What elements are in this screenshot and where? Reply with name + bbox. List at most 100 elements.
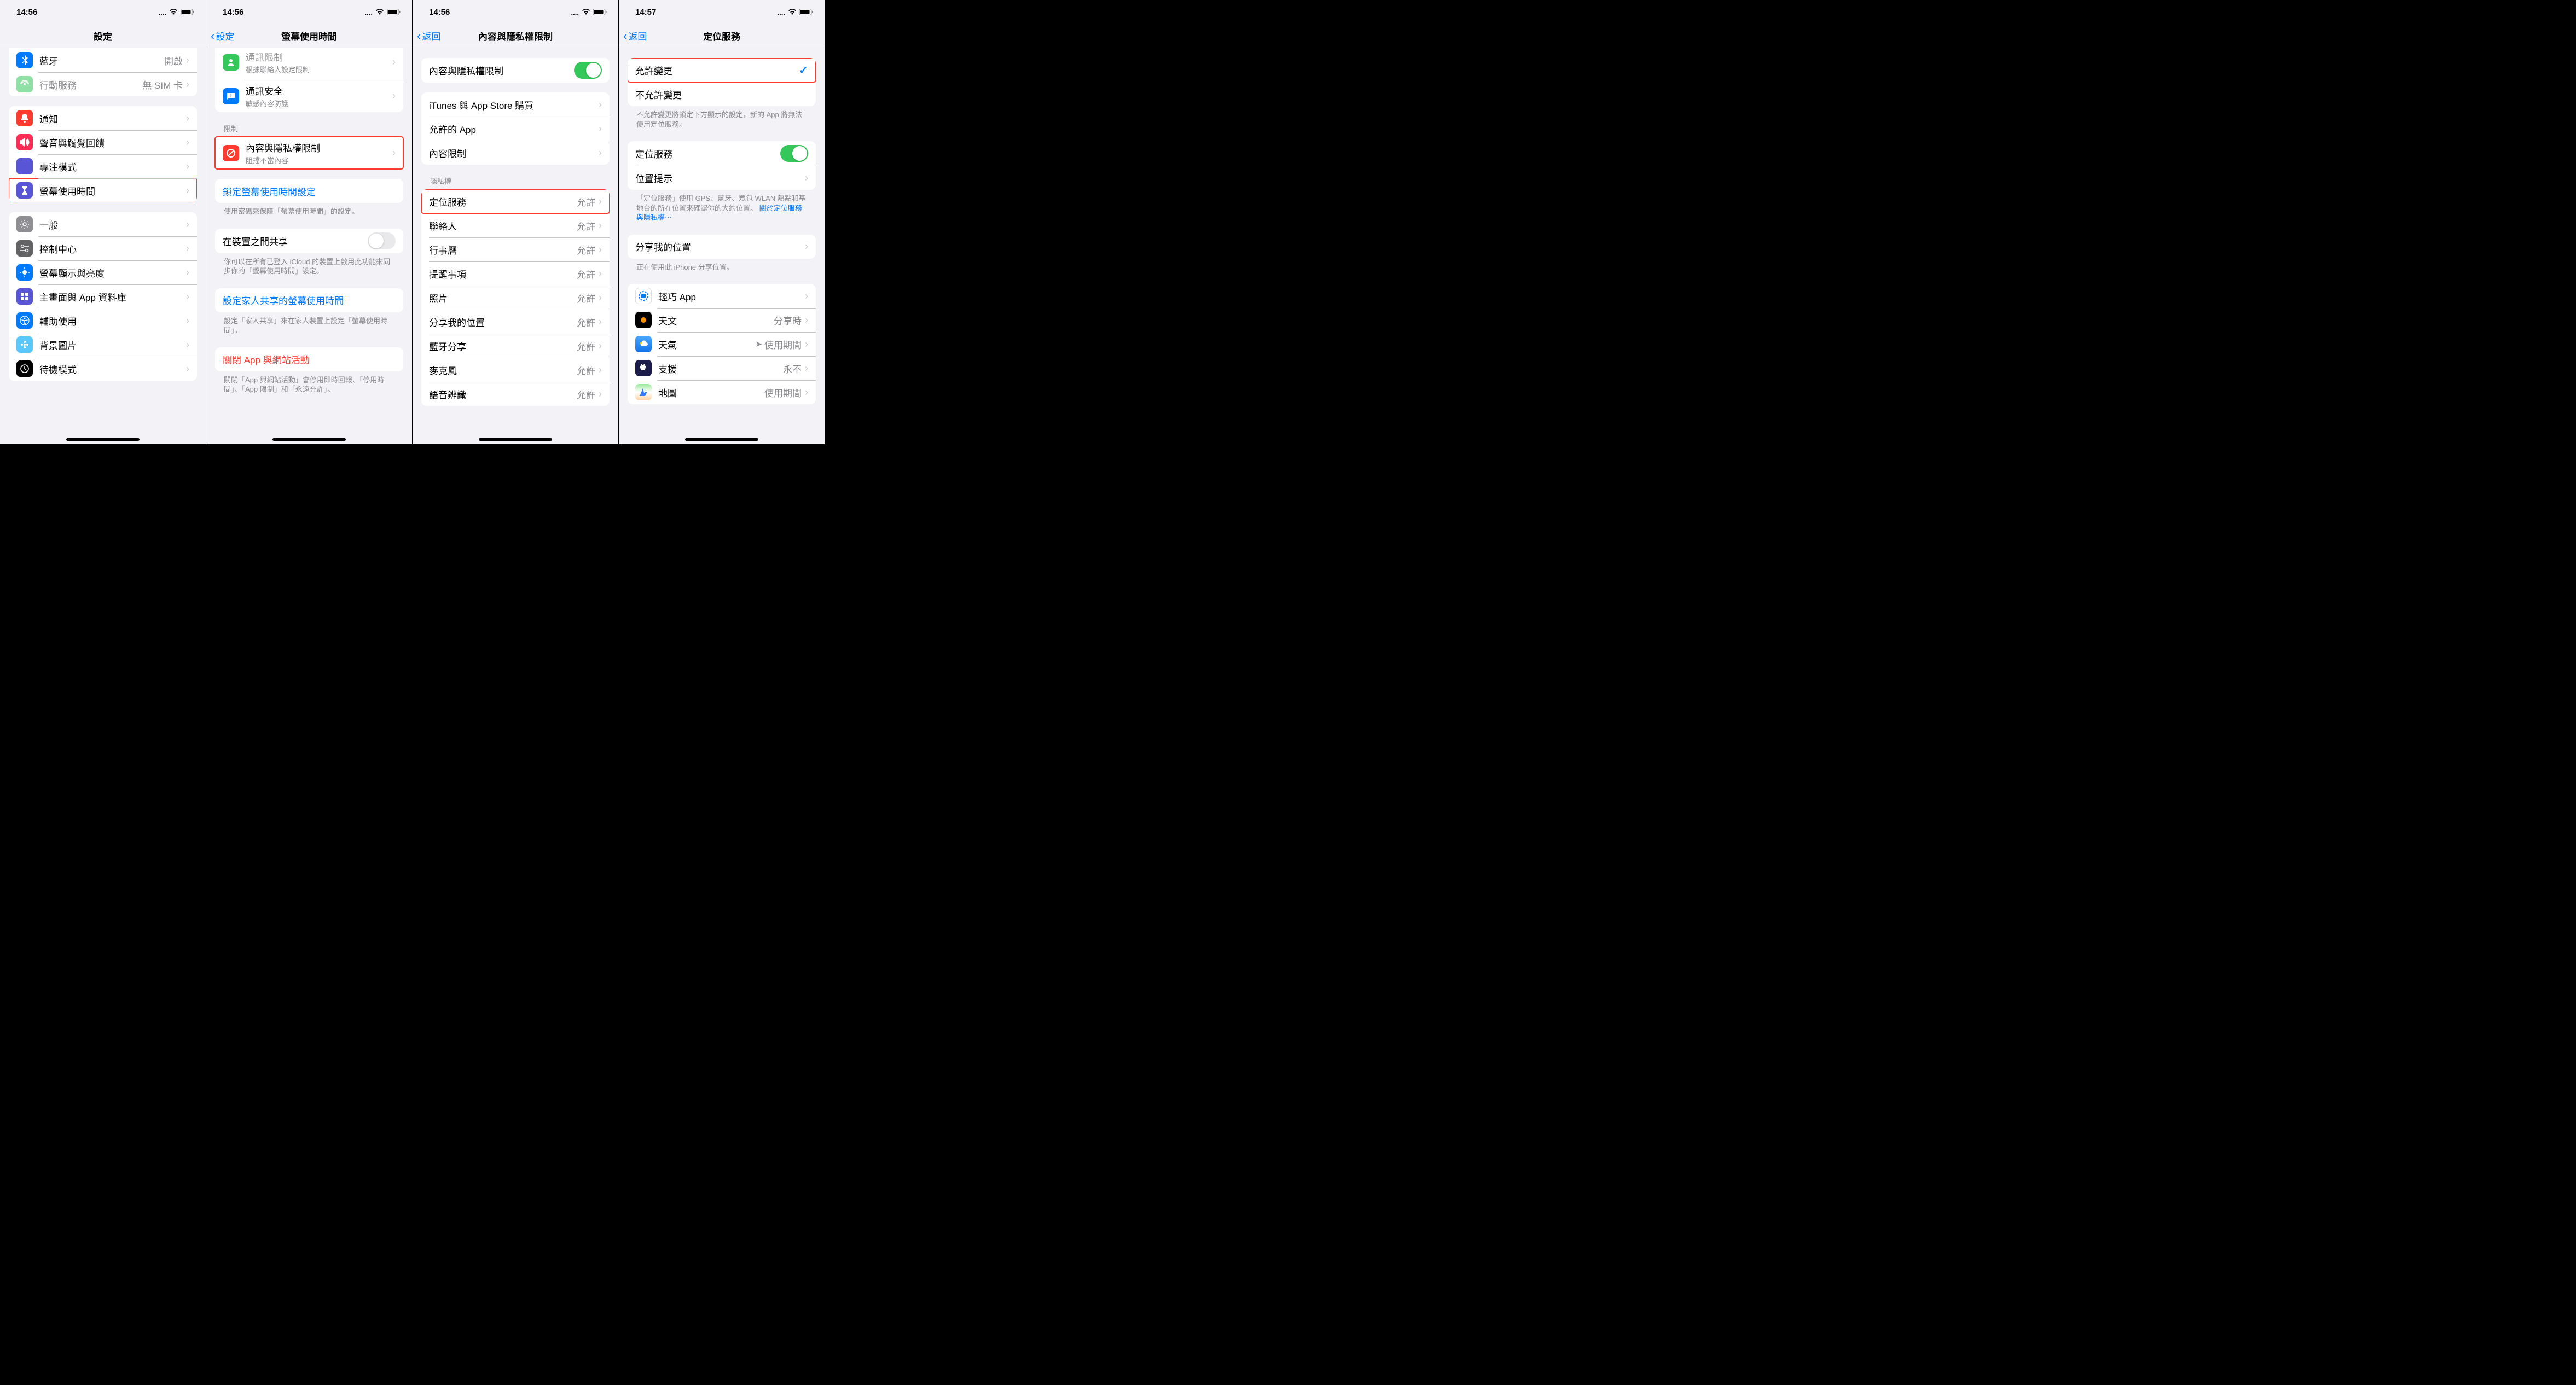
wifi-icon (788, 9, 797, 15)
content-privacy-sub: 阻擋不當內容 (246, 155, 392, 165)
home-indicator[interactable] (66, 438, 140, 441)
status-bar: 14:56 .... (0, 0, 206, 24)
homescreen-row[interactable]: 主畫面與 App 資料庫 › (9, 284, 197, 309)
reminders-row[interactable]: 提醒事項允許› (421, 261, 610, 286)
loc-footer: 「定位服務」使用 GPS、藍牙、眾包 WLAN 熱點和基地台的所在位置來確認你的… (619, 190, 825, 225)
maps-icon (635, 384, 652, 400)
master-toggle[interactable] (574, 62, 602, 79)
home-indicator[interactable] (272, 438, 346, 441)
share-location-row[interactable]: 分享我的位置允許› (421, 310, 610, 334)
standby-row[interactable]: 待機模式 › (9, 357, 197, 381)
chevron-left-icon: ‹ (211, 30, 214, 42)
comm-limit-label: 通訊限制 (246, 50, 392, 63)
back-button[interactable]: ‹設定 (211, 29, 234, 43)
share-devices-row[interactable]: 在裝置之間共享 (215, 229, 403, 253)
contacts-row[interactable]: 聯絡人允許› (421, 213, 610, 237)
chevron-icon: › (186, 243, 189, 254)
display-label: 螢幕顯示與亮度 (39, 266, 186, 280)
family-row[interactable]: 設定家人共享的螢幕使用時間 (215, 288, 403, 312)
notifications-row[interactable]: 通知 › (9, 106, 197, 130)
back-button[interactable]: ‹返回 (623, 29, 647, 43)
comm-safety-row[interactable]: ! 通訊安全 敏感內容防護 › (215, 80, 403, 112)
display-row[interactable]: 螢幕顯示與亮度 › (9, 260, 197, 284)
bt-share-row[interactable]: 藍牙分享允許› (421, 334, 610, 358)
chevron-icon: › (186, 161, 189, 172)
focus-label: 專注模式 (39, 160, 186, 173)
screentime-row[interactable]: 螢幕使用時間 › (9, 178, 197, 202)
chevron-icon: › (186, 219, 189, 230)
astronomy-row[interactable]: 天文 分享時 › (628, 308, 816, 332)
content-privacy-label: 內容與隱私權限制 (246, 141, 392, 154)
chevron-icon: › (392, 90, 396, 102)
location-arrow-icon: ➤ (755, 339, 762, 349)
back-button[interactable]: ‹返回 (417, 29, 440, 43)
cellular-row[interactable]: 行動服務 無 SIM 卡 › (9, 72, 197, 96)
chevron-icon: › (392, 56, 396, 68)
home-indicator[interactable] (685, 438, 758, 441)
status-bar: 14:56 .... (413, 0, 618, 24)
chevron-icon: › (186, 363, 189, 375)
comm-limit-row[interactable]: 通訊限制 根據聯絡人設定限制 › (215, 48, 403, 80)
content-privacy-row[interactable]: 內容與隱私權限制 阻擋不當內容 › (215, 137, 403, 169)
share-my-location-row[interactable]: 分享我的位置 › (628, 235, 816, 259)
signal-indicator: .... (159, 8, 166, 16)
location-alerts-row[interactable]: 位置提示 › (628, 166, 816, 190)
home-indicator[interactable] (479, 438, 552, 441)
bluetooth-detail: 開啟 (164, 54, 183, 67)
share-devices-toggle[interactable] (368, 232, 396, 249)
chevron-icon: › (599, 244, 602, 255)
disallow-change-row[interactable]: 不允許變更 (628, 82, 816, 106)
sliders-icon (16, 240, 33, 257)
location-toggle[interactable] (780, 145, 808, 162)
turnoff-row[interactable]: 關閉 App 與網站活動 (215, 347, 403, 371)
apple-support-icon (635, 360, 652, 376)
master-label: 內容與隱私權限制 (429, 63, 574, 77)
location-row[interactable]: 定位服務允許› (421, 189, 610, 213)
speech-row[interactable]: 語音辨識允許› (421, 382, 610, 406)
bluetooth-row[interactable]: 藍牙 開啟 › (9, 48, 197, 72)
controlcenter-row[interactable]: 控制中心 › (9, 236, 197, 260)
bubble-alert-icon: ! (223, 88, 239, 104)
calendar-row[interactable]: 行事曆允許› (421, 237, 610, 261)
focus-row[interactable]: 專注模式 › (9, 154, 197, 178)
chevron-icon: › (805, 315, 808, 326)
screentime-list[interactable]: 通訊限制 根據聯絡人設定限制 › ! 通訊安全 敏感內容防護 › 限制 (206, 48, 412, 444)
gear-icon (16, 216, 33, 232)
location-list[interactable]: 允許變更 ✓ 不允許變更 不允許變更將鎖定下方顯示的設定，新的 App 將無法使… (619, 48, 825, 444)
master-toggle-row[interactable]: 內容與隱私權限制 (421, 58, 610, 83)
location-services-row[interactable]: 定位服務 (628, 141, 816, 166)
chevron-icon: › (599, 364, 602, 376)
screen-content-privacy: 14:56 .... ‹返回 內容與隱私權限制 內容與隱私權限制 iTunes … (413, 0, 619, 444)
content-privacy-list[interactable]: 內容與隱私權限制 iTunes 與 App Store 購買› 允許的 App›… (413, 48, 618, 444)
weather-icon (635, 336, 652, 352)
comm-safety-sub: 敏感內容防護 (246, 98, 392, 108)
mic-row[interactable]: 麥克風允許› (421, 358, 610, 382)
wifi-icon (375, 9, 384, 15)
status-bar: 14:57 .... (619, 0, 825, 24)
wallpaper-row[interactable]: 背景圖片 › (9, 333, 197, 357)
itunes-row[interactable]: iTunes 與 App Store 購買› (421, 92, 610, 117)
general-row[interactable]: 一般 › (9, 212, 197, 236)
accessibility-row[interactable]: 輔助使用 › (9, 309, 197, 333)
weather-row[interactable]: 天氣 ➤使用期間 › (628, 332, 816, 356)
lock-settings-row[interactable]: 鎖定螢幕使用時間設定 (215, 179, 403, 203)
allow-change-row[interactable]: 允許變更 ✓ (628, 58, 816, 82)
content-restrict-row[interactable]: 內容限制› (421, 141, 610, 165)
chevron-icon: › (805, 387, 808, 398)
svg-text:!: ! (230, 93, 231, 98)
support-row[interactable]: 支援 永不 › (628, 356, 816, 380)
settings-list[interactable]: 藍牙 開啟 › 行動服務 無 SIM 卡 › 通知 › (0, 48, 206, 444)
bluetooth-icon (16, 52, 33, 68)
photos-row[interactable]: 照片允許› (421, 286, 610, 310)
maps-row[interactable]: 地圖 使用期間 › (628, 380, 816, 404)
chevron-icon: › (186, 315, 189, 327)
signal-indicator: .... (571, 8, 579, 16)
lock-settings-label: 鎖定螢幕使用時間設定 (223, 184, 396, 198)
app-clips-row[interactable]: 輕巧 App › (628, 284, 816, 308)
sound-row[interactable]: 聲音與觸覺回饋 › (9, 130, 197, 154)
no-entry-icon (223, 145, 239, 161)
chevron-icon: › (392, 147, 396, 159)
screen-location-services: 14:57 .... ‹返回 定位服務 允許變更 ✓ 不允許變更 不允許變更將鎖… (619, 0, 825, 444)
allowed-apps-row[interactable]: 允許的 App› (421, 117, 610, 141)
turnoff-footer: 關閉「App 與網站活動」會停用即時回報、「停用時間」、「App 限制」和「永遠… (206, 371, 412, 397)
